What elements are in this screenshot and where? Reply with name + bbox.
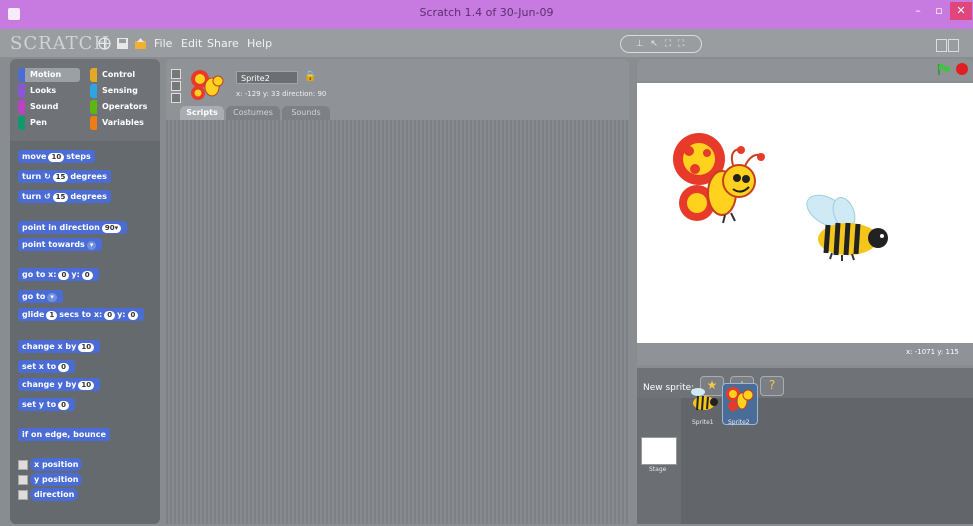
butterfly-sprite-thumbnail xyxy=(191,70,224,100)
menu-edit[interactable]: Edit xyxy=(181,37,202,50)
stage-size-buttons[interactable] xyxy=(935,37,965,52)
rotate-all-button[interactable] xyxy=(171,69,181,79)
block-set-y[interactable]: set y to 0 xyxy=(18,398,75,411)
title-bar: Scratch 1.4 of 30-Jun-09 – ▫ ✕ xyxy=(0,0,973,29)
scripts-area[interactable] xyxy=(166,120,629,524)
block-bounce[interactable]: if on edge, bounce xyxy=(18,428,110,441)
maximize-button[interactable]: ▫ xyxy=(929,2,949,20)
tab-scripts[interactable]: Scripts xyxy=(180,106,224,120)
butterfly-sprite[interactable] xyxy=(667,123,767,233)
sprite1-label: Sprite1 xyxy=(692,419,714,426)
menu-help[interactable]: Help xyxy=(247,37,272,50)
block-change-x[interactable]: change x by 10 xyxy=(18,340,101,353)
stop-icon[interactable] xyxy=(956,63,968,75)
stage-thumbnail-label: Stage xyxy=(649,466,667,473)
category-control[interactable]: Control xyxy=(90,68,152,82)
scratch-logo: SCRATCH xyxy=(10,33,111,54)
category-motion[interactable]: Motion xyxy=(18,68,80,82)
category-pen[interactable]: Pen xyxy=(18,116,80,130)
minimize-button[interactable]: – xyxy=(908,2,928,20)
sprite-name-field[interactable]: Sprite2 xyxy=(236,71,298,84)
reporter-x-position[interactable]: x position xyxy=(30,458,83,471)
stage-toolbar xyxy=(637,59,973,81)
rotate-flip-button[interactable] xyxy=(171,81,181,91)
globe-icon[interactable] xyxy=(98,37,111,50)
sprite-position-readout: x: -129 y: 33 direction: 90 xyxy=(236,90,327,98)
random-sprite-button[interactable]: ? xyxy=(760,376,784,396)
block-turn-right[interactable]: turn ↻ 15 degrees xyxy=(18,170,111,183)
category-selector: Motion Control Looks Sensing Sound Opera… xyxy=(10,62,160,138)
green-flag-icon[interactable] xyxy=(938,64,950,75)
block-set-x[interactable]: set x to 0 xyxy=(18,360,75,373)
block-go-to[interactable]: go to ▾ xyxy=(18,290,63,303)
tab-sounds[interactable]: Sounds xyxy=(282,106,330,120)
rotate-none-button[interactable] xyxy=(171,93,181,103)
reporter-direction[interactable]: direction xyxy=(30,488,79,501)
checkbox-x-position[interactable] xyxy=(18,460,28,470)
lock-icon[interactable]: 🔒 xyxy=(304,71,316,82)
window-title: Scratch 1.4 of 30-Jun-09 xyxy=(419,6,554,19)
checkbox-direction[interactable] xyxy=(18,490,28,500)
menu-share[interactable]: Share xyxy=(207,37,239,50)
block-change-y[interactable]: change y by 10 xyxy=(18,378,101,391)
category-variables[interactable]: Variables xyxy=(90,116,152,130)
cursor-tools[interactable]: ⊥ ↖ ⛶ ⛶ xyxy=(620,35,702,53)
stage[interactable] xyxy=(637,83,973,343)
block-point-towards[interactable]: point towards ▾ xyxy=(18,238,103,251)
sprite-thumb-sprite1[interactable] xyxy=(686,384,720,424)
bee-sprite[interactable] xyxy=(802,191,892,261)
close-button[interactable]: ✕ xyxy=(950,2,972,20)
menu-file[interactable]: File xyxy=(154,37,172,50)
category-looks[interactable]: Looks xyxy=(18,84,80,98)
reporter-y-position[interactable]: y position xyxy=(30,473,83,486)
block-turn-left[interactable]: turn ↺ 15 degrees xyxy=(18,190,111,203)
block-move-steps[interactable]: move 10 steps xyxy=(18,150,95,163)
checkbox-y-position[interactable] xyxy=(18,475,28,485)
sprite2-label: Sprite2 xyxy=(728,419,750,426)
category-sound[interactable]: Sound xyxy=(18,100,80,114)
tab-costumes[interactable]: Costumes xyxy=(226,106,280,120)
mouse-position-readout: x: -1071 y: 115 xyxy=(906,348,959,356)
block-glide[interactable]: glide 1 secs to x: 0 y: 0 xyxy=(18,308,145,321)
menu-bar: SCRATCH File Edit Share Help ⊥ ↖ ⛶ ⛶ xyxy=(0,29,973,57)
stage-thumbnail[interactable] xyxy=(641,437,677,465)
category-operators[interactable]: Operators xyxy=(90,100,152,114)
block-go-to-xy[interactable]: go to x: 0 y: 0 xyxy=(18,268,99,281)
block-point-direction[interactable]: point in direction 90▾ xyxy=(18,221,128,234)
share-icon[interactable] xyxy=(134,37,147,50)
save-icon[interactable] xyxy=(116,37,129,50)
category-sensing[interactable]: Sensing xyxy=(90,84,152,98)
